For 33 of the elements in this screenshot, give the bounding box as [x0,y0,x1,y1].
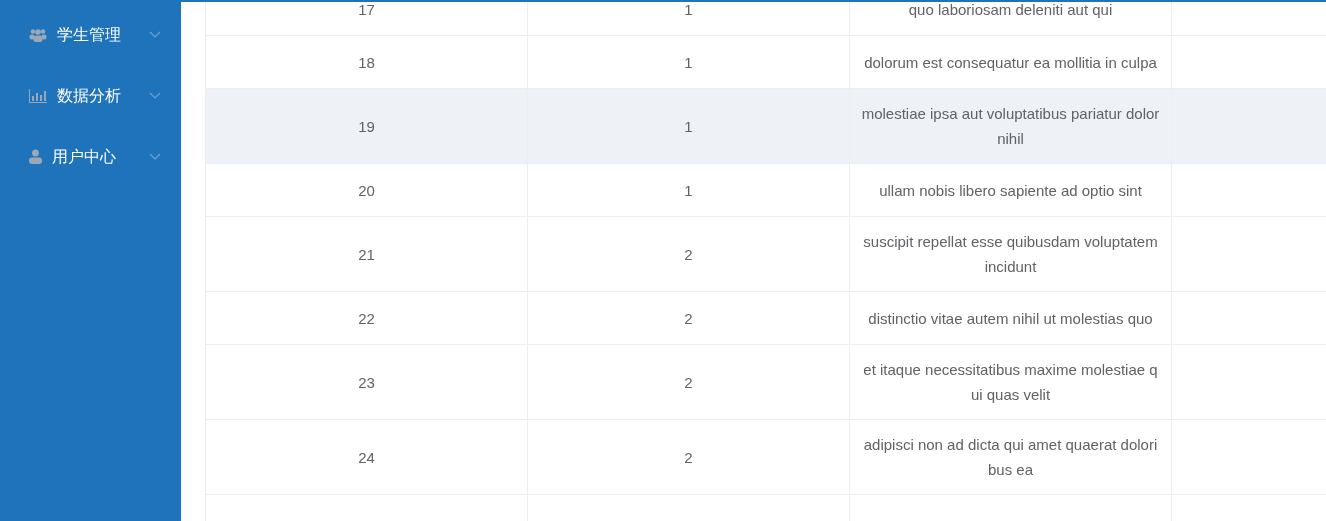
table-cell-text: suscipit repellat esse quibusdam voluptatem incidunt [862,232,1159,277]
table-cell-text: 24 [358,447,375,468]
table-cell-text: 2 [684,447,693,468]
table-cell-text: 1 [684,180,693,201]
chevron-icon [149,153,161,160]
table-cell-text: 17 [358,2,375,20]
table-cell-text: 2 [684,372,693,393]
table-cell-text: 19 [358,116,375,137]
chevron-icon [149,31,161,38]
table-cell-text: 22 [358,308,375,329]
table-cell-text: quo laboriosam deleniti aut qui [908,2,1113,20]
table-cell-text: 18 [358,52,375,73]
menu-item[interactable]: 用户中心 [0,126,181,187]
table-cell-text: 2 [684,244,693,265]
table-cell-text: molestiae ipsa aut voluptatibus pariatur dolor nihil [860,104,1161,149]
users-icon [29,27,47,42]
menu-item[interactable]: 数据分析 [0,65,181,126]
table-cell-text: ullam nobis libero sapiente ad optio sint [879,180,1142,201]
table-cell-text: distinctio vitae autem nihil ut molestias quo [868,308,1153,329]
table-cell-text: et itaque necessitatibus maxime molestiae qui quas velit [862,360,1159,405]
table-cell-text: adipisci non ad dicta qui amet quaerat doloribus ea [862,435,1159,480]
table-cell-text: 1 [684,52,693,73]
table-cell-text: 23 [358,372,375,393]
menu-item[interactable]: 学生管理 [0,4,181,65]
table-cell-text: 21 [358,244,375,265]
chevron-icon [149,92,161,99]
user-icon [29,149,42,164]
table-cell-text: 1 [684,2,693,20]
table-cell-text: 1 [684,116,693,137]
table-cell-text: dolorum est consequatur ea mollitia in culpa [864,52,1157,73]
table-cell-text: 20 [358,180,375,201]
table-cell-text: 2 [684,308,693,329]
bar-chart-icon [29,88,47,103]
